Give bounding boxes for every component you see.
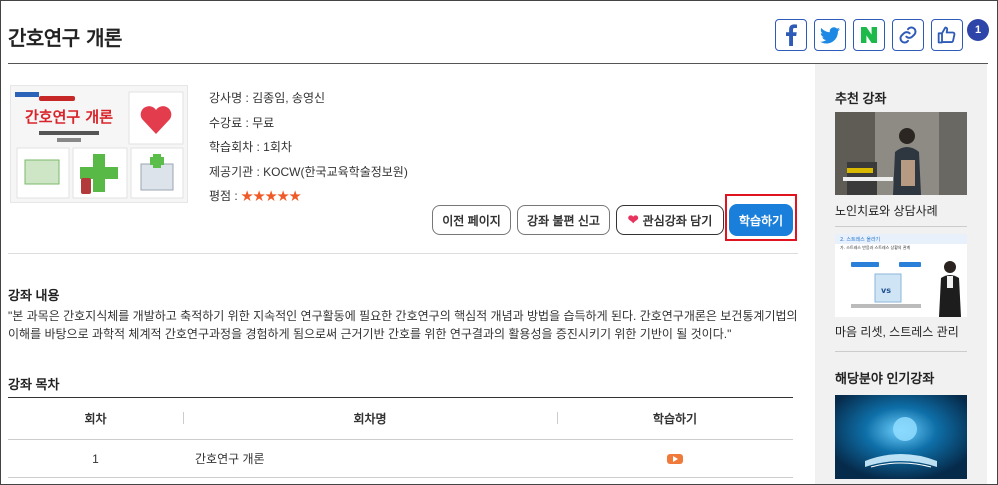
- course-thumbnail: 간호연구 개론: [10, 85, 188, 203]
- add-favorite-label: 관심강좌 담기: [642, 213, 713, 228]
- share-bar: [775, 19, 963, 51]
- rating-label: 평점 :: [209, 189, 242, 203]
- toc-header-no: 회차: [84, 412, 107, 426]
- copy-link-button[interactable]: [892, 19, 924, 51]
- sidebar-separator: [835, 351, 967, 352]
- slide-title: 2. 스트레스 올라기: [840, 236, 880, 243]
- previous-page-button[interactable]: 이전 페이지: [432, 205, 511, 235]
- link-icon: [898, 25, 918, 45]
- toc-title: 강좌 목차: [8, 377, 60, 392]
- rating-info: 평점 : ★★★★★: [209, 184, 408, 209]
- like-button[interactable]: [931, 19, 963, 51]
- sessions-info: 학습회차 : 1회차: [209, 140, 292, 154]
- toc-header-row: 회차 회차명 학습하기: [8, 398, 793, 440]
- thumbs-up-icon: [937, 25, 957, 45]
- sidebar: 추천 강좌 노인치료와 상담사례 2. 스트레스 올라기 가. 스트레스 반응과…: [815, 64, 987, 484]
- content-divider: [8, 253, 798, 254]
- course-info: 강사명 : 김종임, 송영신 수강료 : 무료 학습회차 : 1회차 제공기관 …: [209, 86, 408, 209]
- recommended-title: 추천 강좌: [835, 91, 887, 106]
- twitter-share-button[interactable]: [814, 19, 846, 51]
- facebook-icon: [784, 24, 798, 46]
- toc-row-name: 간호연구 개론: [195, 452, 265, 466]
- naver-icon: [861, 27, 877, 43]
- sidebar-separator: [835, 226, 967, 227]
- thumbnail-title: 간호연구 개론: [25, 108, 113, 126]
- like-count-badge: 1: [967, 19, 989, 41]
- play-icon[interactable]: [667, 454, 683, 465]
- recommended-caption-1[interactable]: 노인치료와 상담사례: [835, 202, 938, 219]
- popular-thumb-1[interactable]: [835, 395, 967, 479]
- instructor-info: 강사명 : 김종임, 송영신: [209, 91, 326, 105]
- slide-vs: vs: [881, 286, 891, 295]
- fee-info: 수강료 : 무료: [209, 115, 275, 130]
- facebook-share-button[interactable]: [775, 19, 807, 51]
- toc-table: 회차 회차명 학습하기 1 간호연구 개론: [8, 397, 793, 478]
- popular-title: 해당분야 인기강좌: [835, 371, 935, 386]
- toc-row-study: [557, 452, 793, 466]
- heart-icon: ❤: [627, 212, 639, 227]
- start-learning-button[interactable]: 학습하기: [729, 204, 793, 236]
- description-title: 강좌 내용: [8, 288, 60, 303]
- twitter-icon: [820, 26, 840, 44]
- recommended-caption-2[interactable]: 마음 리셋, 스트레스 관리: [835, 323, 959, 340]
- report-issue-button[interactable]: 강좌 불편 신고: [517, 205, 610, 235]
- recommended-thumb-1[interactable]: [835, 112, 967, 195]
- provider-info: 제공기관 : KOCW(한국교육학술정보원): [209, 164, 408, 179]
- page-title: 간호연구 개론: [8, 26, 122, 50]
- description-text: "본 과목은 간호지식체를 개발하고 축적하기 위한 지속적인 연구활동에 필요…: [8, 309, 798, 341]
- rating-stars: ★★★★★: [241, 189, 302, 203]
- toc-header-study: 학습하기: [557, 410, 793, 427]
- toc-header-name: 회차명: [183, 410, 557, 427]
- recommended-thumb-2[interactable]: 2. 스트레스 올라기 가. 스트레스 반응과 스트레스 상황의 관계 vs: [835, 234, 967, 317]
- table-row: 1 간호연구 개론: [8, 440, 793, 478]
- naver-share-button[interactable]: [853, 19, 885, 51]
- slide-item: 가. 스트레스 반응과 스트레스 상황의 관계: [840, 244, 911, 250]
- toc-row-no: 1: [92, 451, 99, 466]
- course-actions: 이전 페이지 강좌 불편 신고 ❤ 관심강좌 담기: [432, 205, 724, 235]
- add-favorite-button[interactable]: ❤ 관심강좌 담기: [616, 205, 724, 235]
